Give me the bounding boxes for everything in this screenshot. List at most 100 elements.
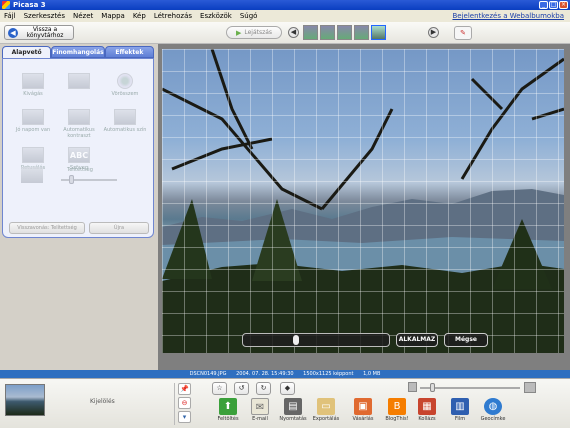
folder-icon: ▭ <box>317 398 335 415</box>
menu-view[interactable]: Nézet <box>73 12 93 20</box>
menu-picture[interactable]: Kép <box>133 12 146 20</box>
next-photo-button[interactable]: ▶ <box>428 27 439 38</box>
printer-icon: ▤ <box>284 398 302 415</box>
geotag-label: Geocímke <box>480 416 506 422</box>
auto-color-tool[interactable]: Automatikus szín <box>101 109 149 133</box>
upload-label: Feltöltés <box>217 416 239 422</box>
collage-label: Kollázs <box>418 416 436 422</box>
hold-pin-icon[interactable]: 📌 <box>178 383 191 395</box>
rotate-left-button[interactable]: ↺ <box>234 382 249 395</box>
straighten-icon <box>68 73 90 89</box>
straighten-grid <box>162 49 564 353</box>
eye-icon <box>117 73 133 89</box>
filmstrip-thumb[interactable] <box>320 25 335 40</box>
upload-arrow-icon: ⬆ <box>219 398 237 415</box>
crop-tool[interactable]: Kivágás <box>9 73 57 97</box>
tab-tuning[interactable]: Finomhangolás <box>51 46 105 58</box>
zoom-slider-knob[interactable] <box>430 383 435 392</box>
tray-label: Kijelölés <box>90 398 115 405</box>
redeye-tool[interactable]: Vörösszem <box>101 73 149 97</box>
edit-mode-icon[interactable]: ✎ <box>454 26 472 40</box>
star-button[interactable]: ☆ <box>212 382 227 395</box>
back-to-library-button[interactable]: ◀ Vissza a könyvtárhoz <box>4 25 74 40</box>
large-zoom-icon <box>524 382 536 393</box>
filmstrip-thumb[interactable] <box>303 25 318 40</box>
menu-tools[interactable]: Eszközök <box>200 12 232 20</box>
fill-light-icon <box>21 167 43 183</box>
print-label: Nyomtatás <box>279 416 307 422</box>
edit-tabs: Alapvető javítások Finomhangolás Effekte… <box>2 46 154 68</box>
filmstrip-thumb[interactable] <box>354 25 369 40</box>
tag-button[interactable]: ◆ <box>280 382 295 395</box>
straighten-slider[interactable] <box>242 333 390 347</box>
fill-light-slider-knob[interactable] <box>69 175 74 184</box>
arrow-left-icon: ◀ <box>8 27 18 38</box>
small-zoom-icon <box>408 382 417 392</box>
apply-button[interactable]: ALKALMAZ <box>396 333 438 347</box>
menu-create[interactable]: Létrehozás <box>154 12 192 20</box>
picasa-app-icon <box>2 1 10 9</box>
color-icon <box>114 109 136 125</box>
retouch-icon <box>22 147 44 163</box>
shop-label: Vásárlás <box>352 416 374 422</box>
email-button[interactable]: ✉ E-mail <box>243 398 277 422</box>
menu-bar: Fájl Szerkesztés Nézet Mappa Kép Létreho… <box>0 10 570 22</box>
basic-fixes-panel: Kivágás Vörösszem Jó napom van Automatik… <box>2 58 154 238</box>
redeye-label: Vörösszem <box>111 91 139 97</box>
geotag-button[interactable]: ◍ Geocímke <box>476 398 510 422</box>
auto-contrast-label: Automatikus kontraszt <box>63 127 95 139</box>
export-button[interactable]: ▭ Exportálás <box>309 398 343 422</box>
slideshow-button[interactable]: ▶ Lejátszás <box>226 26 282 39</box>
movie-button[interactable]: ▥ Film <box>443 398 477 422</box>
photo-image[interactable]: ALKALMAZ Mégse <box>162 49 564 353</box>
zoom-track[interactable] <box>420 387 520 389</box>
back-to-library-label: Vissza a könyvtárhoz <box>26 25 64 39</box>
menu-folder[interactable]: Mappa <box>101 12 125 20</box>
redo-button[interactable]: Újra <box>89 222 149 234</box>
filmstrip-thumb-selected[interactable] <box>371 25 386 40</box>
clear-tray-icon[interactable]: ⊖ <box>178 397 191 409</box>
film-icon: ▥ <box>451 398 469 415</box>
menu-help[interactable]: Súgó <box>240 12 258 20</box>
toolbar: ◀ Vissza a könyvtárhoz ▶ Lejátszás ◀ ▶ ✎ <box>0 22 570 44</box>
feeling-lucky-tool[interactable]: Jó napom van <box>9 109 57 133</box>
title-bar: Picasa 3 _ □ × <box>0 0 570 10</box>
maximize-button[interactable]: □ <box>549 1 558 9</box>
export-label: Exportálás <box>312 416 340 422</box>
straighten-tool[interactable] <box>55 73 103 91</box>
collage-icon: ▦ <box>418 398 436 415</box>
status-datetime: 2004. 07. 28. 15:49:30 <box>236 371 294 377</box>
tab-effects[interactable]: Effektek <box>104 46 154 58</box>
tab-basic-fixes[interactable]: Alapvető javítások <box>2 46 52 68</box>
blogthis-button[interactable]: B BlogThis! <box>380 398 414 422</box>
shop-button[interactable]: ▣ Vásárlás <box>346 398 380 422</box>
minimize-button[interactable]: _ <box>539 1 548 9</box>
auto-contrast-tool[interactable]: Automatikus kontraszt <box>55 109 103 139</box>
lucky-label: Jó napom van <box>15 127 51 133</box>
crop-label: Kivágás <box>23 91 43 97</box>
fill-light-label: Telítettség <box>67 167 93 173</box>
tray-divider <box>174 383 175 425</box>
close-button[interactable]: × <box>559 1 568 9</box>
add-to-album-icon[interactable]: ▾ <box>178 411 191 423</box>
tray-thumbnail[interactable] <box>5 384 45 416</box>
globe-icon: ◍ <box>484 398 502 415</box>
undo-button[interactable]: Visszavonás: Telítettség <box>9 222 85 234</box>
window-title: Picasa 3 <box>13 1 46 9</box>
menu-file[interactable]: Fájl <box>4 12 16 20</box>
rotate-right-button[interactable]: ↻ <box>256 382 271 395</box>
print-button[interactable]: ▤ Nyomtatás <box>276 398 310 422</box>
cancel-button[interactable]: Mégse <box>444 333 488 347</box>
email-label: E-mail <box>252 416 268 422</box>
blogger-icon: B <box>388 398 406 415</box>
text-abc-icon: ABC <box>68 147 90 163</box>
movie-label: Film <box>454 416 466 422</box>
collage-button[interactable]: ▦ Kollázs <box>410 398 444 422</box>
filmstrip-thumb[interactable] <box>337 25 352 40</box>
previous-photo-button[interactable]: ◀ <box>288 27 299 38</box>
upload-button[interactable]: ⬆ Feltöltés <box>211 398 245 422</box>
menu-edit[interactable]: Szerkesztés <box>24 12 65 20</box>
straighten-slider-knob[interactable] <box>292 335 299 345</box>
slideshow-label: Lejátszás <box>244 29 273 36</box>
signin-link[interactable]: Bejelentkezés a Webalbumokba <box>452 12 564 20</box>
